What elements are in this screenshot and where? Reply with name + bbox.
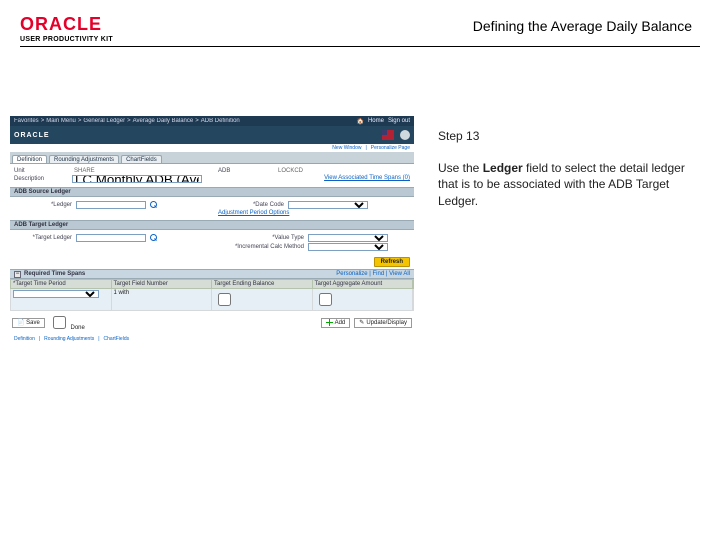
ending-balance-checkbox[interactable] [218,293,231,306]
adb-label: ADB [218,168,272,174]
personalize-link[interactable]: Personalize [336,271,367,277]
target-ledger-label: *Target Ledger [14,235,72,241]
desc-label: Description [14,176,68,182]
update-display-button[interactable]: ✎ Update/Display [354,318,412,328]
calc-method-select[interactable] [308,243,388,251]
viewall-link[interactable]: View All [389,271,410,277]
save-button[interactable]: 📄 Save [12,318,45,328]
app-brand: ORACLE [14,132,50,139]
table-row: 1 with [10,289,414,311]
page-title: Defining the Average Daily Balance [473,18,692,34]
calc-method-label: *Incremental Calc Method [218,244,304,250]
unit-value: SHARE [72,168,102,174]
tabs: Definition Rounding Adjustments ChartFie… [10,152,414,164]
oracle-logo: ORACLE [20,14,113,35]
aggregate-checkbox[interactable] [319,293,332,306]
done-checkbox[interactable] [53,316,66,329]
value-type-label: *Value Type [218,235,304,241]
source-ledger-label: *Ledger [14,202,72,208]
table-header: *Target Time Period Target Field Number … [10,279,414,289]
bc-gl[interactable]: General Ledger [83,118,125,124]
bc-main-menu[interactable]: Main Menu [46,118,76,124]
refresh-button[interactable]: Refresh [374,257,410,267]
bc-adb[interactable]: Average Daily Balance [133,118,194,124]
adb-value: LOCKCD [276,168,306,174]
upk-subtitle: USER PRODUCTIVITY KIT [20,36,113,43]
breadcrumb: Favorites> Main Menu> General Ledger> Av… [14,118,240,124]
breadcrumb-bar: Favorites> Main Menu> General Ledger> Av… [10,116,414,126]
col-target-period: *Target Time Period [11,280,112,288]
find-link[interactable]: Find [373,271,385,277]
section-source-ledger: ADB Source Ledger [10,187,414,197]
home-icon[interactable]: 🏠 [356,118,363,125]
target-ledger-input[interactable] [76,234,146,242]
footlink-definition[interactable]: Definition [14,336,35,342]
footlink-chartfields[interactable]: ChartFields [104,336,130,342]
description-input[interactable] [72,175,202,183]
instruction-text: Use the Ledger field to select the detai… [438,160,698,209]
tab-rounding[interactable]: Rounding Adjustments [49,155,119,163]
new-window-link[interactable]: New Window [332,145,361,151]
unit-label: Unit [14,168,68,174]
section-timespans: − Required Time Spans Personalize | Find… [10,269,414,279]
bc-favorites[interactable]: Favorites [14,118,39,124]
search-icon[interactable] [150,234,158,242]
col-aggregate: Target Aggregate Amount [313,280,414,288]
tab-definition[interactable]: Definition [12,155,47,163]
date-code-label: *Date Code [218,202,284,208]
field-number-cell: 1 with [112,289,213,310]
section-target-ledger: ADB Target Ledger [10,220,414,230]
app-screenshot: Favorites> Main Menu> General Ledger> Av… [10,116,414,352]
gear-icon[interactable] [400,130,410,140]
collapse-icon[interactable]: − [14,271,21,278]
tab-chartfields[interactable]: ChartFields [121,155,162,163]
value-type-select[interactable] [308,234,388,242]
adj-period-link[interactable]: Adjustment Period Options [218,210,289,216]
col-field-number: Target Field Number [112,280,213,288]
search-icon[interactable] [150,201,158,209]
plus-icon [326,319,333,326]
flag-icon[interactable] [382,130,394,140]
target-period-select[interactable] [13,290,99,298]
personalize-page-link[interactable]: Personalize Page [371,145,410,151]
bc-adbdef[interactable]: ADB Definition [201,118,240,124]
date-code-select[interactable] [288,201,368,209]
col-ending-balance: Target Ending Balance [212,280,313,288]
home-link[interactable]: Home [368,118,384,124]
footlink-rounding[interactable]: Rounding Adjustments [44,336,94,342]
add-button[interactable]: Add [321,318,351,328]
header-rule [20,46,700,47]
source-ledger-input[interactable] [76,201,146,209]
brand-bar: ORACLE [10,126,414,144]
step-number: Step 13 [438,128,698,144]
done-checkbox-label: Done [49,313,85,332]
signout-link[interactable]: Sign out [388,118,410,124]
view-timespans-link[interactable]: View Associated Time Spans (0) [324,175,410,181]
